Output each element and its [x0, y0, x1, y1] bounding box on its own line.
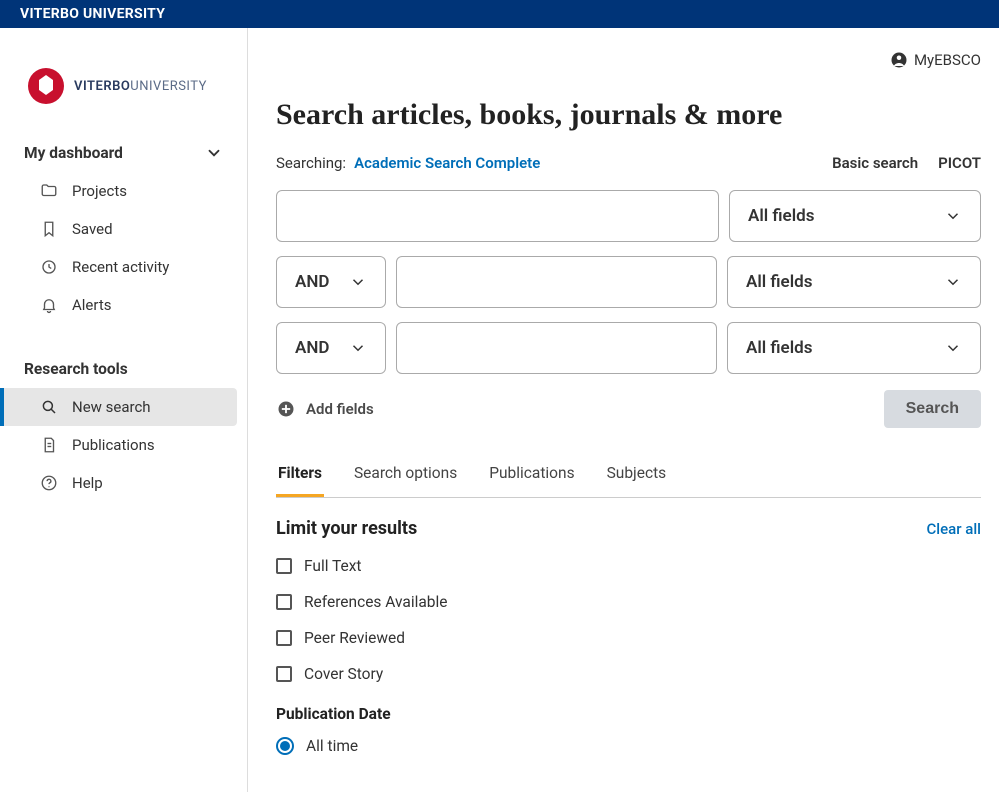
- search-icon: [40, 398, 58, 416]
- sidebar-section-tools: Research tools: [0, 350, 247, 388]
- sidebar-item-recent[interactable]: Recent activity: [0, 248, 247, 286]
- searching-row: Searching: Academic Search Complete Basi…: [276, 154, 981, 172]
- checkbox-icon: [276, 594, 292, 610]
- search-row-2: AND All fields: [276, 322, 981, 374]
- field-select-label: All fields: [746, 272, 812, 292]
- doc-icon: [40, 436, 58, 454]
- sidebar-item-saved[interactable]: Saved: [0, 210, 247, 248]
- chevron-down-icon: [944, 339, 962, 357]
- database-link[interactable]: Academic Search Complete: [354, 154, 540, 172]
- chevron-down-icon: [944, 207, 962, 225]
- plus-circle-icon: [276, 399, 296, 419]
- sidebar-section-dashboard[interactable]: My dashboard: [0, 134, 247, 172]
- checkbox-icon: [276, 630, 292, 646]
- sidebar-item-label: Publications: [72, 436, 155, 454]
- search-row-1: AND All fields: [276, 256, 981, 308]
- checkbox-label: Peer Reviewed: [304, 629, 405, 647]
- main: MyEBSCO Search articles, books, journals…: [248, 28, 999, 792]
- add-fields-button[interactable]: Add fields: [276, 399, 374, 419]
- checkbox-icon: [276, 666, 292, 682]
- field-select-2[interactable]: All fields: [727, 322, 981, 374]
- search-term-input-0[interactable]: [276, 190, 719, 242]
- checkbox-references[interactable]: References Available: [276, 593, 981, 611]
- sidebar-item-label: Help: [72, 474, 103, 492]
- brand-banner-text: VITERBO UNIVERSITY: [20, 6, 165, 22]
- searching-label: Searching:: [276, 154, 346, 172]
- sidebar-item-help[interactable]: Help: [0, 464, 247, 502]
- tab-filters[interactable]: Filters: [276, 454, 324, 497]
- sidebar-item-projects[interactable]: Projects: [0, 172, 247, 210]
- field-select-0[interactable]: All fields: [729, 190, 981, 242]
- operator-label: AND: [295, 338, 329, 358]
- operator-select-2[interactable]: AND: [276, 322, 386, 374]
- checkbox-label: Full Text: [304, 557, 362, 575]
- utility-bar: MyEBSCO: [276, 28, 981, 92]
- radio-all-time[interactable]: All time: [276, 737, 981, 755]
- sidebar-item-label: Recent activity: [72, 258, 169, 276]
- operator-label: AND: [295, 272, 329, 292]
- myebsco-link[interactable]: MyEBSCO: [914, 51, 981, 69]
- sidebar-item-label: Alerts: [72, 296, 112, 314]
- sidebar-item-new-search[interactable]: New search: [0, 388, 237, 426]
- chevron-down-icon: [205, 144, 223, 162]
- layout: VITERBOUNIVERSITY My dashboard Projects …: [0, 28, 999, 792]
- field-select-1[interactable]: All fields: [727, 256, 981, 308]
- search-rows: All fields AND All fields AND: [276, 190, 981, 374]
- picot-link[interactable]: PICOT: [938, 154, 981, 172]
- filter-tabs: Filters Search options Publications Subj…: [276, 454, 981, 498]
- sidebar-item-label: Saved: [72, 220, 113, 238]
- operator-select-1[interactable]: AND: [276, 256, 386, 308]
- user-icon: [890, 51, 908, 69]
- tools-label: Research tools: [24, 360, 128, 378]
- radio-icon: [276, 737, 294, 755]
- limits-panel: Limit your results Clear all Full Text R…: [276, 518, 981, 755]
- logo-strong: VITERBO: [74, 79, 130, 94]
- search-button[interactable]: Search: [884, 390, 981, 428]
- chevron-down-icon: [349, 273, 367, 291]
- sidebar-item-label: Projects: [72, 182, 127, 200]
- page-title: Search articles, books, journals & more: [276, 98, 981, 132]
- checkbox-peer-reviewed[interactable]: Peer Reviewed: [276, 629, 981, 647]
- logo-text: VITERBOUNIVERSITY: [74, 79, 207, 94]
- search-term-input-1[interactable]: [396, 256, 717, 308]
- sidebar-item-label: New search: [72, 398, 151, 416]
- checkbox-label: References Available: [304, 593, 447, 611]
- field-select-label: All fields: [748, 206, 814, 226]
- limits-heading: Limit your results: [276, 518, 417, 539]
- pubdate-heading: Publication Date: [276, 705, 981, 723]
- bell-icon: [40, 296, 58, 314]
- checkbox-label: Cover Story: [304, 665, 383, 683]
- checkbox-full-text[interactable]: Full Text: [276, 557, 981, 575]
- dashboard-label: My dashboard: [24, 144, 123, 162]
- tab-publications[interactable]: Publications: [487, 454, 576, 497]
- radio-label: All time: [306, 737, 358, 755]
- logo-crest-icon: [28, 68, 64, 104]
- checkbox-cover-story[interactable]: Cover Story: [276, 665, 981, 683]
- bookmark-icon: [40, 220, 58, 238]
- field-select-label: All fields: [746, 338, 812, 358]
- search-term-input-2[interactable]: [396, 322, 717, 374]
- history-icon: [40, 258, 58, 276]
- limit-checkboxes: Full Text References Available Peer Revi…: [276, 557, 981, 683]
- sidebar-item-alerts[interactable]: Alerts: [0, 286, 247, 324]
- basic-search-link[interactable]: Basic search: [832, 154, 918, 172]
- logo-light: UNIVERSITY: [130, 79, 207, 94]
- sidebar-item-publications[interactable]: Publications: [0, 426, 247, 464]
- help-icon: [40, 474, 58, 492]
- tab-search-options[interactable]: Search options: [352, 454, 459, 497]
- chevron-down-icon: [349, 339, 367, 357]
- brand-banner: VITERBO UNIVERSITY: [0, 0, 999, 28]
- checkbox-icon: [276, 558, 292, 574]
- chevron-down-icon: [944, 273, 962, 291]
- sidebar: VITERBOUNIVERSITY My dashboard Projects …: [0, 28, 248, 792]
- tab-subjects[interactable]: Subjects: [605, 454, 669, 497]
- search-row-0: All fields: [276, 190, 981, 242]
- add-fields-label: Add fields: [306, 400, 374, 418]
- logo[interactable]: VITERBOUNIVERSITY: [0, 68, 247, 134]
- folder-icon: [40, 182, 58, 200]
- clear-all-link[interactable]: Clear all: [927, 520, 982, 538]
